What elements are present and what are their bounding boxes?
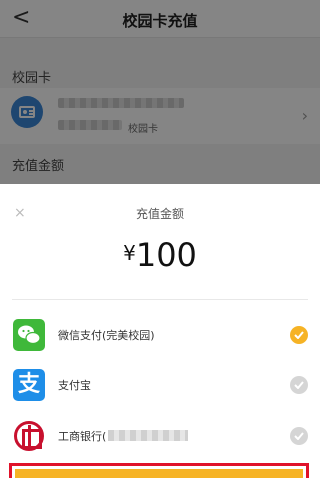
payment-option-label: 工商银行(: [58, 430, 107, 443]
payment-option-icbc[interactable]: 工商银行(: [0, 416, 320, 456]
payment-option-label: 支付宝: [58, 379, 91, 392]
payment-option-alipay[interactable]: 支 支付宝: [0, 365, 320, 405]
selected-check-icon[interactable]: [290, 326, 308, 344]
unselected-check-icon[interactable]: [290, 376, 308, 394]
bank-card-redacted: [108, 430, 188, 441]
confirm-highlight: [9, 463, 309, 478]
sheet-title: 充值金额: [135, 207, 184, 221]
icbc-bank-icon: [14, 421, 44, 451]
currency-symbol: ¥: [123, 241, 136, 265]
payment-sheet: × 充值金额 ¥100 微信支付(完美校园) 支 支付宝 工商银行(: [0, 184, 320, 478]
alipay-icon: 支: [13, 369, 45, 401]
divider: [12, 299, 308, 300]
unselected-check-icon[interactable]: [290, 427, 308, 445]
wechat-icon: [13, 319, 45, 351]
recharge-amount: ¥100: [0, 236, 320, 274]
payment-option-label: 微信支付(完美校园): [58, 329, 155, 342]
amount-value: 100: [135, 236, 197, 274]
payment-option-wechat[interactable]: 微信支付(完美校园): [0, 315, 320, 355]
confirm-pay-button[interactable]: [15, 469, 303, 478]
